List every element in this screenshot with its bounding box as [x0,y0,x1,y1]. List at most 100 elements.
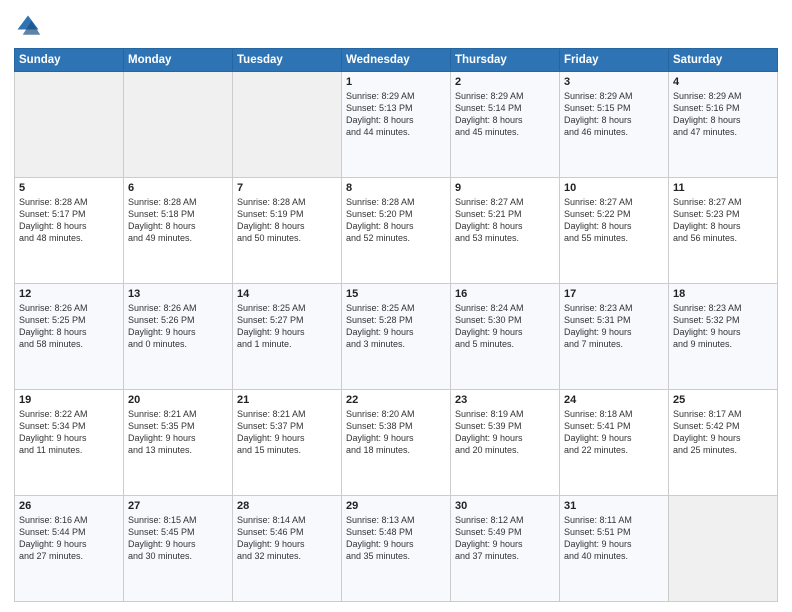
cell-content: Sunrise: 8:25 AM Sunset: 5:27 PM Dayligh… [237,302,337,351]
day-number: 11 [673,182,773,194]
calendar-cell: 20 Sunrise: 8:21 AM Sunset: 5:35 PM Dayli… [124,390,233,496]
cell-content: Sunrise: 8:16 AM Sunset: 5:44 PM Dayligh… [19,514,119,563]
calendar-cell [15,72,124,178]
calendar-cell: 7Sunrise: 8:28 AM Sunset: 5:19 PM Daylig… [233,178,342,284]
day-header: Friday [560,49,669,72]
calendar-cell [233,72,342,178]
day-number: 24 [564,394,664,406]
cell-content: Sunrise: 8:28 AM Sunset: 5:20 PM Dayligh… [346,196,446,245]
cell-content: Sunrise: 8:27 AM Sunset: 5:23 PM Dayligh… [673,196,773,245]
day-number: 20 [128,394,228,406]
calendar-cell: 21 Sunrise: 8:21 AM Sunset: 5:37 PM Dayli… [233,390,342,496]
calendar-cell: 16 Sunrise: 8:24 AM Sunset: 5:30 PM Dayli… [451,284,560,390]
cell-content: Sunrise: 8:19 AM Sunset: 5:39 PM Dayligh… [455,408,555,457]
day-header: Thursday [451,49,560,72]
cell-content: Sunrise: 8:26 AM Sunset: 5:26 PM Dayligh… [128,302,228,351]
day-number: 2 [455,76,555,88]
cell-content: Sunrise: 8:14 AM Sunset: 5:46 PM Dayligh… [237,514,337,563]
day-number: 21 [237,394,337,406]
day-number: 22 [346,394,446,406]
cell-content: Sunrise: 8:22 AM Sunset: 5:34 PM Dayligh… [19,408,119,457]
calendar-cell: 26 Sunrise: 8:16 AM Sunset: 5:44 PM Dayli… [15,496,124,602]
cell-content: Sunrise: 8:21 AM Sunset: 5:37 PM Dayligh… [237,408,337,457]
calendar-cell: 30 Sunrise: 8:12 AM Sunset: 5:49 PM Dayli… [451,496,560,602]
day-number: 6 [128,182,228,194]
day-number: 13 [128,288,228,300]
header [14,12,778,40]
cell-content: Sunrise: 8:29 AM Sunset: 5:16 PM Dayligh… [673,90,773,139]
cell-content: Sunrise: 8:15 AM Sunset: 5:45 PM Dayligh… [128,514,228,563]
cell-content: Sunrise: 8:12 AM Sunset: 5:49 PM Dayligh… [455,514,555,563]
calendar-header-row: SundayMondayTuesdayWednesdayThursdayFrid… [15,49,778,72]
calendar-cell [669,496,778,602]
calendar-cell: 18 Sunrise: 8:23 AM Sunset: 5:32 PM Dayli… [669,284,778,390]
cell-content: Sunrise: 8:28 AM Sunset: 5:17 PM Dayligh… [19,196,119,245]
day-number: 16 [455,288,555,300]
cell-content: Sunrise: 8:18 AM Sunset: 5:41 PM Dayligh… [564,408,664,457]
calendar-cell: 11 Sunrise: 8:27 AM Sunset: 5:23 PM Dayli… [669,178,778,284]
calendar-cell: 10 Sunrise: 8:27 AM Sunset: 5:22 PM Dayli… [560,178,669,284]
cell-content: Sunrise: 8:27 AM Sunset: 5:22 PM Dayligh… [564,196,664,245]
calendar-cell: 31Sunrise: 8:11 AM Sunset: 5:51 PM Dayli… [560,496,669,602]
day-number: 30 [455,500,555,512]
calendar-week-row: 5Sunrise: 8:28 AM Sunset: 5:17 PM Daylig… [15,178,778,284]
calendar-cell: 25Sunrise: 8:17 AM Sunset: 5:42 PM Dayli… [669,390,778,496]
calendar-cell: 2 Sunrise: 8:29 AM Sunset: 5:14 PM Daylig… [451,72,560,178]
calendar-cell: 22 Sunrise: 8:20 AM Sunset: 5:38 PM Dayli… [342,390,451,496]
calendar-cell: 6 Sunrise: 8:28 AM Sunset: 5:18 PM Daylig… [124,178,233,284]
calendar-cell: 13 Sunrise: 8:26 AM Sunset: 5:26 PM Dayli… [124,284,233,390]
cell-content: Sunrise: 8:13 AM Sunset: 5:48 PM Dayligh… [346,514,446,563]
day-number: 18 [673,288,773,300]
calendar-cell: 12Sunrise: 8:26 AM Sunset: 5:25 PM Dayli… [15,284,124,390]
calendar-cell: 15Sunrise: 8:25 AM Sunset: 5:28 PM Dayli… [342,284,451,390]
calendar-cell: 23 Sunrise: 8:19 AM Sunset: 5:39 PM Dayli… [451,390,560,496]
calendar-cell: 5Sunrise: 8:28 AM Sunset: 5:17 PM Daylig… [15,178,124,284]
day-number: 1 [346,76,446,88]
day-header: Saturday [669,49,778,72]
day-number: 28 [237,500,337,512]
page: SundayMondayTuesdayWednesdayThursdayFrid… [0,0,792,612]
cell-content: Sunrise: 8:27 AM Sunset: 5:21 PM Dayligh… [455,196,555,245]
cell-content: Sunrise: 8:28 AM Sunset: 5:18 PM Dayligh… [128,196,228,245]
calendar-week-row: 12Sunrise: 8:26 AM Sunset: 5:25 PM Dayli… [15,284,778,390]
day-number: 19 [19,394,119,406]
day-number: 9 [455,182,555,194]
cell-content: Sunrise: 8:29 AM Sunset: 5:14 PM Dayligh… [455,90,555,139]
calendar-week-row: 26 Sunrise: 8:16 AM Sunset: 5:44 PM Dayli… [15,496,778,602]
cell-content: Sunrise: 8:23 AM Sunset: 5:32 PM Dayligh… [673,302,773,351]
logo-icon [14,12,42,40]
day-header: Tuesday [233,49,342,72]
day-number: 27 [128,500,228,512]
calendar-table: SundayMondayTuesdayWednesdayThursdayFrid… [14,48,778,602]
logo [14,12,46,40]
day-number: 15 [346,288,446,300]
calendar-cell: 29 Sunrise: 8:13 AM Sunset: 5:48 PM Dayli… [342,496,451,602]
cell-content: Sunrise: 8:24 AM Sunset: 5:30 PM Dayligh… [455,302,555,351]
cell-content: Sunrise: 8:21 AM Sunset: 5:35 PM Dayligh… [128,408,228,457]
day-header: Sunday [15,49,124,72]
cell-content: Sunrise: 8:20 AM Sunset: 5:38 PM Dayligh… [346,408,446,457]
calendar-week-row: 19 Sunrise: 8:22 AM Sunset: 5:34 PM Dayli… [15,390,778,496]
cell-content: Sunrise: 8:28 AM Sunset: 5:19 PM Dayligh… [237,196,337,245]
day-number: 26 [19,500,119,512]
calendar-cell: 8 Sunrise: 8:28 AM Sunset: 5:20 PM Daylig… [342,178,451,284]
calendar-cell: 24 Sunrise: 8:18 AM Sunset: 5:41 PM Dayli… [560,390,669,496]
day-number: 29 [346,500,446,512]
calendar-cell: 3Sunrise: 8:29 AM Sunset: 5:15 PM Daylig… [560,72,669,178]
day-number: 25 [673,394,773,406]
cell-content: Sunrise: 8:23 AM Sunset: 5:31 PM Dayligh… [564,302,664,351]
day-number: 23 [455,394,555,406]
calendar-cell: 9 Sunrise: 8:27 AM Sunset: 5:21 PM Daylig… [451,178,560,284]
day-header: Wednesday [342,49,451,72]
calendar-week-row: 1 Sunrise: 8:29 AM Sunset: 5:13 PM Daylig… [15,72,778,178]
day-number: 8 [346,182,446,194]
day-number: 10 [564,182,664,194]
calendar-cell: 27 Sunrise: 8:15 AM Sunset: 5:45 PM Dayli… [124,496,233,602]
day-number: 3 [564,76,664,88]
calendar-cell: 19 Sunrise: 8:22 AM Sunset: 5:34 PM Dayli… [15,390,124,496]
cell-content: Sunrise: 8:29 AM Sunset: 5:13 PM Dayligh… [346,90,446,139]
day-number: 31 [564,500,664,512]
cell-content: Sunrise: 8:26 AM Sunset: 5:25 PM Dayligh… [19,302,119,351]
calendar-cell: 1 Sunrise: 8:29 AM Sunset: 5:13 PM Daylig… [342,72,451,178]
calendar-cell [124,72,233,178]
